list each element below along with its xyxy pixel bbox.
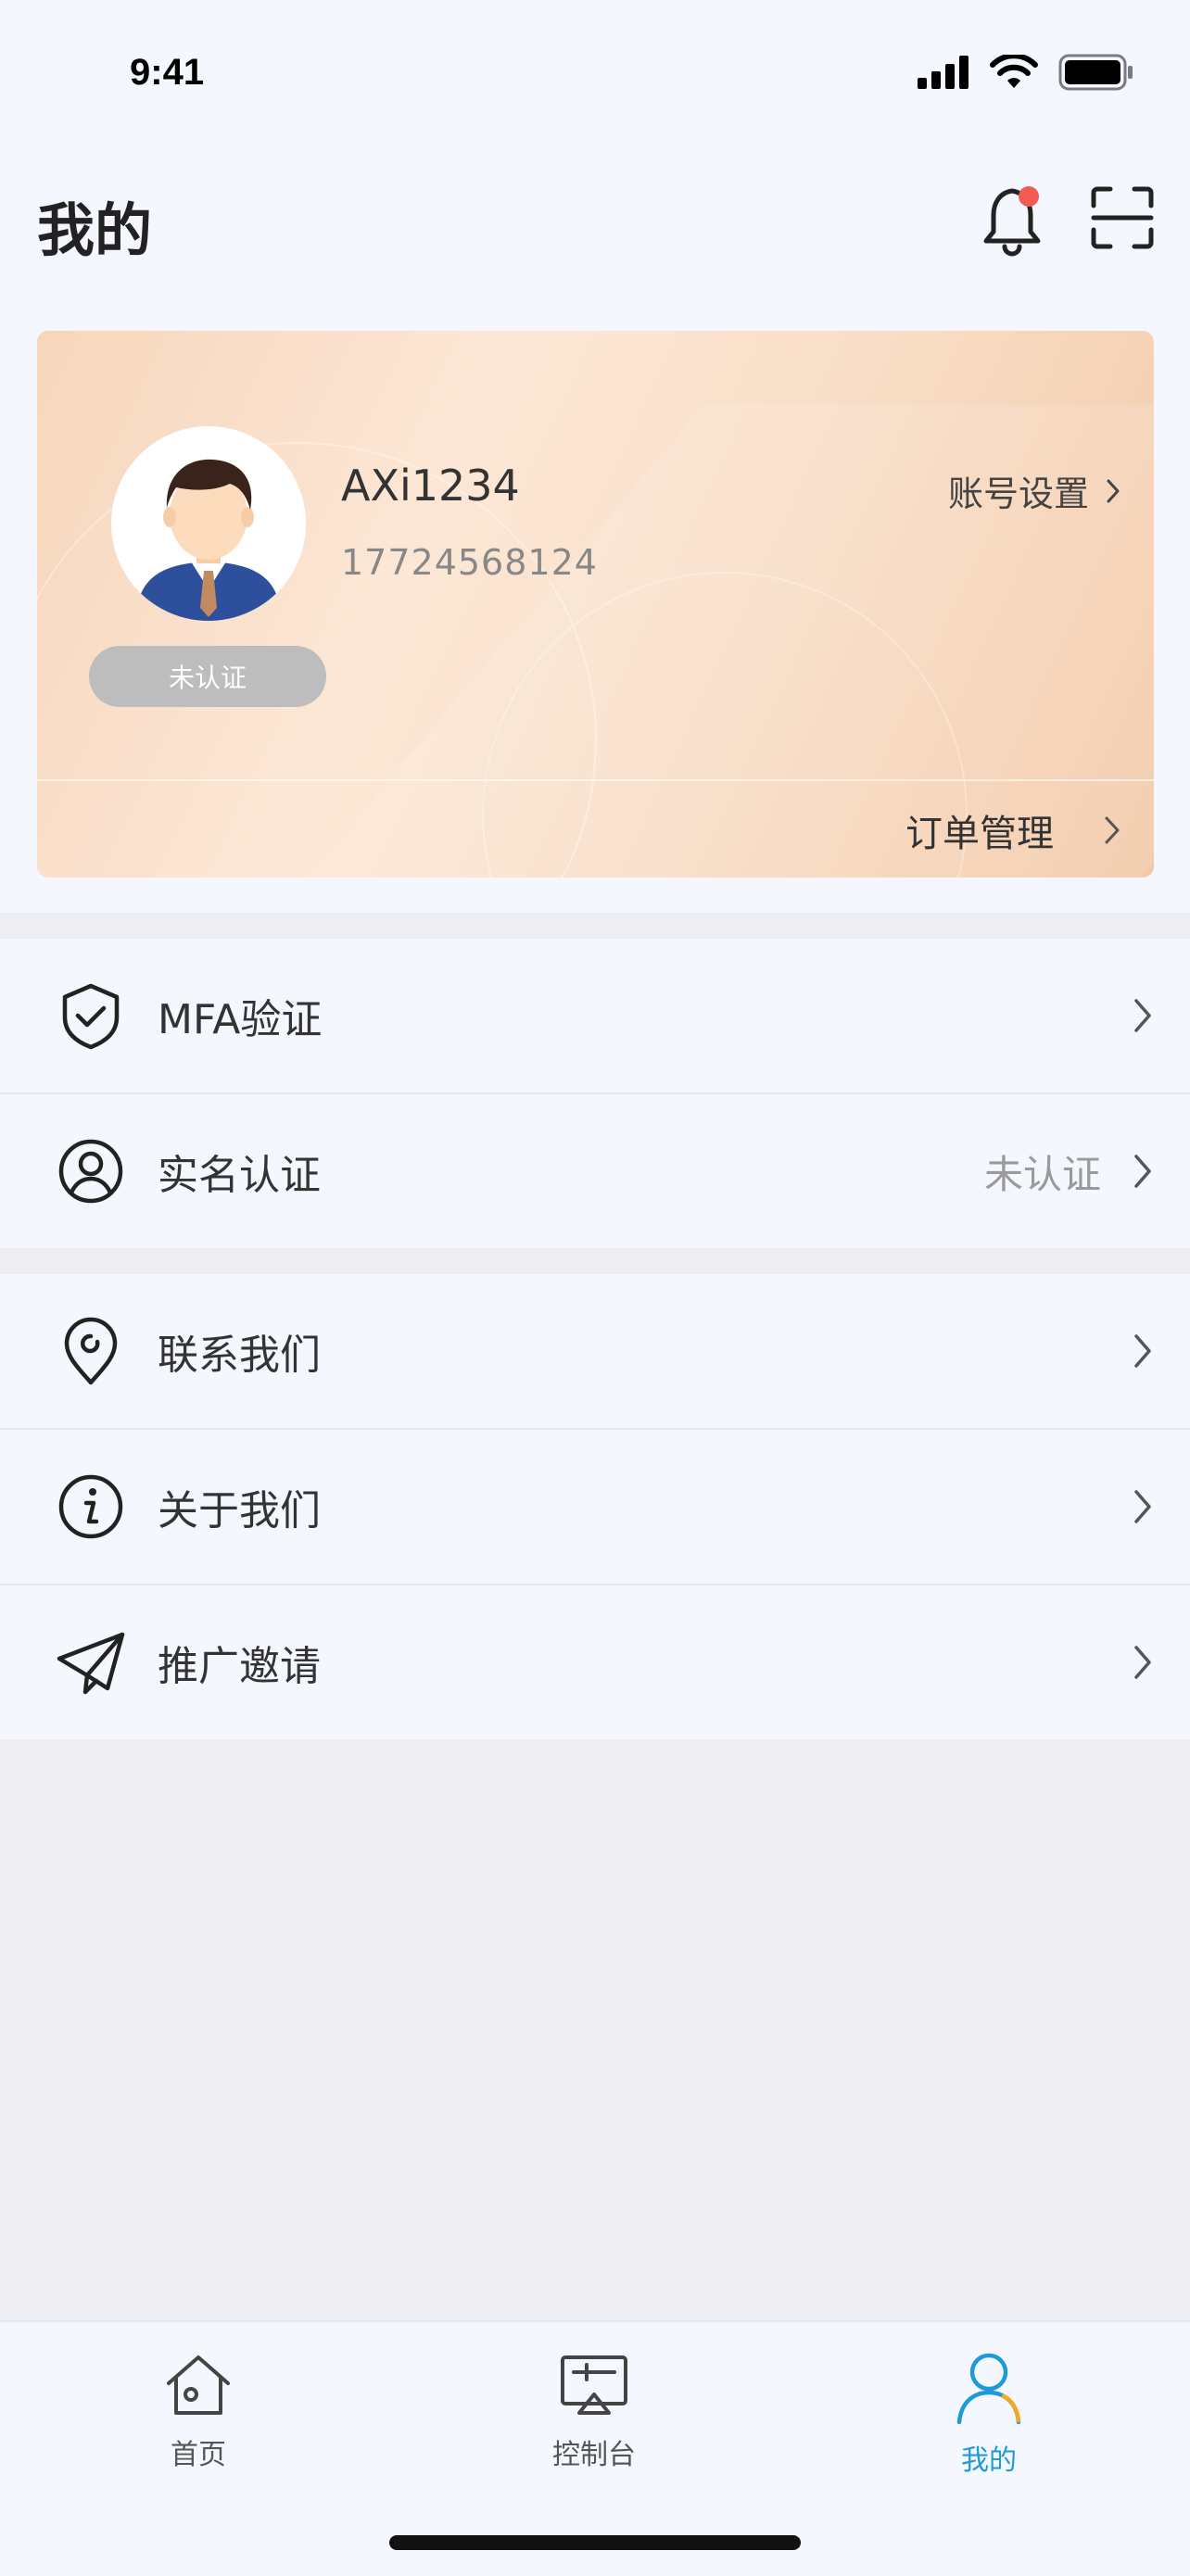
tab-home[interactable]: 首页: [87, 2350, 310, 2472]
avatar-icon: [137, 459, 280, 621]
menu-item-label: 推广邀请: [158, 1643, 321, 1690]
chevron-right-icon: [1105, 816, 1120, 844]
account-settings-link[interactable]: 账号设置: [948, 465, 1120, 516]
account-settings-label: 账号设置: [947, 474, 1089, 514]
order-management-label: 订单管理: [905, 813, 1054, 855]
tab-label: 我的: [961, 2444, 1017, 2477]
home-icon: [167, 2355, 230, 2415]
menu-item-mfa[interactable]: MFA验证: [0, 939, 1190, 1092]
notification-bell-icon[interactable]: [981, 183, 1051, 258]
status-time: 9:41: [130, 52, 205, 93]
battery-icon: [1058, 54, 1133, 91]
tab-mine[interactable]: 我的: [878, 2350, 1100, 2478]
menu-item-about-us[interactable]: 关于我们: [0, 1428, 1190, 1584]
chevron-right-icon: [1134, 1155, 1151, 1188]
menu-item-label: 联系我们: [158, 1332, 321, 1379]
auth-status-value: 未认证: [983, 1151, 1101, 1197]
console-icon: [561, 2355, 627, 2415]
user-circle-icon: [58, 1139, 123, 1204]
paper-plane-icon: [57, 1632, 125, 1695]
wifi-icon: [990, 55, 1038, 88]
avatar[interactable]: [111, 426, 306, 621]
info-circle-icon: [58, 1474, 123, 1539]
section-gap: [0, 913, 1190, 939]
page-title: 我的: [37, 196, 153, 264]
chevron-right-icon: [1134, 1646, 1151, 1679]
tab-console[interactable]: 控制台: [483, 2350, 705, 2472]
cellular-signal-icon: [918, 56, 968, 89]
chevron-right-icon: [1134, 1490, 1151, 1523]
tab-label: 首页: [171, 2439, 226, 2471]
chevron-right-icon: [1134, 1334, 1151, 1368]
menu-item-contact-us[interactable]: 联系我们: [0, 1274, 1190, 1428]
menu-item-label: 实名认证: [158, 1152, 321, 1199]
home-indicator: [389, 2535, 801, 2550]
profile-card: 未认证 AXi1234 17724568124 账号设置 订单管理: [37, 331, 1154, 878]
menu-item-real-name-auth[interactable]: 实名认证 未认证: [0, 1092, 1190, 1248]
card-divider: [37, 779, 1154, 781]
auth-status-badge[interactable]: 未认证: [89, 646, 326, 707]
menu-item-label: MFA验证: [158, 996, 323, 1043]
tab-label: 控制台: [552, 2439, 636, 2471]
section-gap: [0, 1248, 1190, 1274]
order-management-link[interactable]: 订单管理: [905, 803, 1120, 857]
username: AXi1234: [341, 461, 520, 511]
user-icon: [956, 2353, 1021, 2425]
notification-dot: [1019, 186, 1039, 207]
menu-group-about: 联系我们 关于我们 推广邀请: [0, 1274, 1190, 1739]
shield-check-icon: [62, 983, 120, 1050]
location-pin-icon: [64, 1317, 118, 1385]
chevron-right-icon: [1107, 479, 1120, 502]
phone-number: 17724568124: [341, 542, 598, 583]
status-icons: [918, 54, 1134, 91]
menu-item-referral-invite[interactable]: 推广邀请: [0, 1584, 1190, 1739]
scan-icon[interactable]: [1090, 185, 1155, 250]
menu-item-label: 关于我们: [158, 1487, 321, 1534]
chevron-right-icon: [1134, 999, 1151, 1032]
menu-group-security: MFA验证 实名认证 未认证: [0, 939, 1190, 1248]
